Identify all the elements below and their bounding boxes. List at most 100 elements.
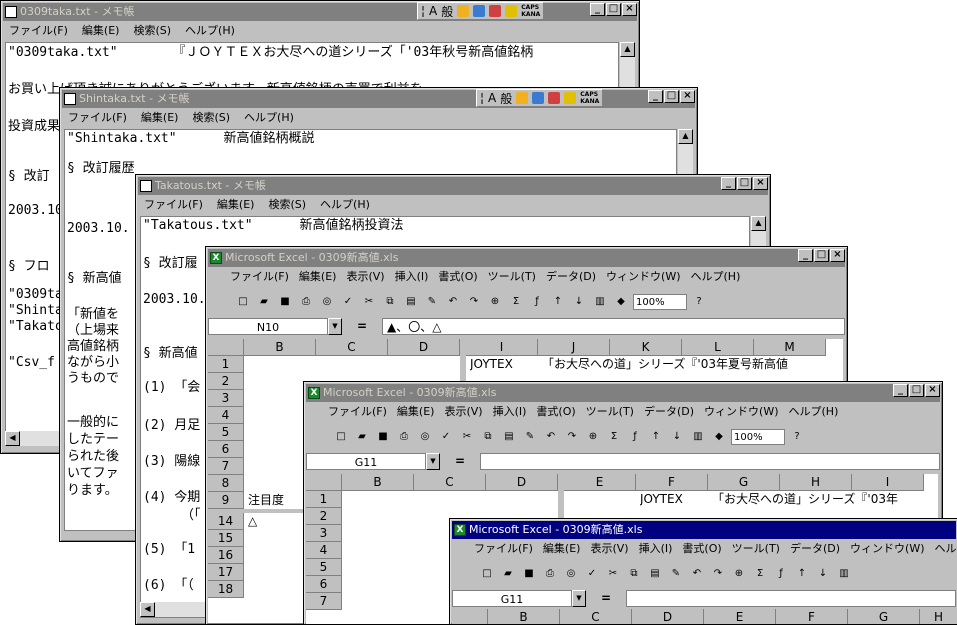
sort-ascending-icon[interactable]: ↑ [549,293,567,311]
sort-ascending-icon[interactable]: ↑ [793,565,811,583]
title-bar[interactable]: XMicrosoft Excel - 0309新高値.xls [306,384,940,402]
menu-format[interactable]: 書式(O) [682,540,721,558]
formula-input[interactable] [480,453,940,470]
row-header[interactable]: 18 [208,581,244,598]
menu-format[interactable]: 書式(O) [438,268,477,286]
menu-window[interactable]: ウィンドウ(W) [850,540,924,558]
menu-help[interactable]: ヘルプ(H) [320,196,370,214]
chart-wizard-icon[interactable]: ▥ [835,565,853,583]
menu-edit[interactable]: 編集(E) [299,268,337,286]
maximize-button[interactable]: □ [909,384,924,397]
formula-equals[interactable]: = [586,591,626,605]
spellcheck-icon[interactable]: ✓ [437,428,455,446]
open-folder-icon[interactable]: ▰ [255,293,273,311]
column-header[interactable]: C [316,339,388,356]
row-header[interactable]: 15 [208,530,244,547]
menu-data[interactable]: データ(D) [546,268,596,286]
row-header[interactable]: 1 [306,491,342,508]
scroll-up-button[interactable]: ▲ [678,129,693,144]
format-painter-icon[interactable]: ✎ [423,293,441,311]
row-header[interactable]: 8 [208,475,244,492]
column-header[interactable]: I [466,339,538,356]
new-file-icon[interactable]: □ [478,565,496,583]
open-folder-icon[interactable]: ▰ [353,428,371,446]
row-header[interactable]: 3 [208,390,244,407]
column-header[interactable]: J [538,339,610,356]
new-file-icon[interactable]: □ [332,428,350,446]
menu-edit[interactable]: 編集(E) [543,540,581,558]
close-button[interactable]: × [753,177,768,190]
ime-toolbar[interactable]: ¦ A 般 CAPSKANA [417,2,544,20]
menu-file[interactable]: ファイル(F) [328,403,387,421]
menu-view[interactable]: 表示(V) [346,268,384,286]
column-header[interactable]: K [610,339,682,356]
minimize-button[interactable]: _ [893,384,908,397]
menu-file[interactable]: ファイル(F) [9,22,68,40]
zoom-select[interactable]: 100% [633,294,687,310]
menu-file[interactable]: ファイル(F) [230,268,289,286]
autosum-icon[interactable]: Σ [507,293,525,311]
menu-help[interactable]: ヘルプ(H) [185,22,235,40]
menu-insert[interactable]: 挿入(I) [395,268,429,286]
cell-b14[interactable]: △ [248,513,257,530]
menu-window[interactable]: ウィンドウ(W) [704,403,778,421]
paste-icon[interactable]: ▤ [646,565,664,583]
column-header[interactable]: E [564,474,636,491]
menu-tools[interactable]: ツール(T) [488,268,536,286]
cell-f1[interactable]: JOYTEX [640,491,683,508]
maximize-button[interactable]: □ [814,249,829,262]
menu-view[interactable]: 表示(V) [444,403,482,421]
column-header[interactable]: L [682,339,754,356]
menu-tools[interactable]: ツール(T) [586,403,634,421]
redo-icon[interactable]: ↷ [563,428,581,446]
row-header[interactable]: 16 [208,547,244,564]
menu-search[interactable]: 検索(S) [192,109,230,127]
print-icon[interactable]: ⎙ [395,428,413,446]
ime-input-mode[interactable]: A [429,4,437,18]
cell-j1[interactable]: 「お大尽への道」シリーズ『'03年夏号新高値 [542,356,826,373]
select-all-corner[interactable] [306,474,342,491]
copy-icon[interactable]: ⧉ [381,293,399,311]
title-bar[interactable]: XMicrosoft Excel - 0309新高値.xls [208,249,845,267]
menu-edit[interactable]: 編集(E) [397,403,435,421]
redo-icon[interactable]: ↷ [709,565,727,583]
zoom-select[interactable]: 100% [731,429,785,445]
column-header[interactable]: B [244,339,316,356]
column-header[interactable]: H [920,609,957,624]
print-icon[interactable]: ⎙ [297,293,315,311]
undo-icon[interactable]: ↶ [542,428,560,446]
name-box[interactable]: G11 [452,590,572,607]
row-header[interactable]: 17 [208,564,244,581]
row-header[interactable]: 4 [208,407,244,424]
sort-ascending-icon[interactable]: ↑ [647,428,665,446]
menu-view[interactable]: 表示(V) [590,540,628,558]
menu-edit[interactable]: 編集(E) [82,22,120,40]
column-header[interactable]: D [486,474,558,491]
cut-icon[interactable]: ✂ [458,428,476,446]
menu-help[interactable]: ヘルプ(H) [691,268,741,286]
menu-search[interactable]: 検索(S) [268,196,306,214]
menu-edit[interactable]: 編集(E) [141,109,179,127]
formula-input[interactable] [626,590,956,607]
ime-kanji-mode[interactable]: 般 [441,3,453,20]
column-header[interactable]: I [852,474,924,491]
scroll-left-button[interactable]: ◀ [140,602,155,617]
ime-help-icon[interactable] [505,5,517,17]
column-header[interactable]: H [780,474,852,491]
title-bar[interactable]: Takatous.txt - メモ帳 [138,177,768,195]
menu-insert[interactable]: 挿入(I) [493,403,527,421]
paste-icon[interactable]: ▤ [500,428,518,446]
function-icon[interactable]: ƒ [528,293,546,311]
hyperlink-icon[interactable]: ⊕ [486,293,504,311]
row-header[interactable]: 6 [208,441,244,458]
column-header[interactable]: C [560,609,632,624]
menu-edit[interactable]: 編集(E) [217,196,255,214]
menu-format[interactable]: 書式(O) [536,403,575,421]
menu-file[interactable]: ファイル(F) [474,540,533,558]
name-box-dropdown[interactable]: ▼ [328,318,342,335]
help-icon[interactable]: ? [690,293,708,311]
function-icon[interactable]: ƒ [626,428,644,446]
menu-window[interactable]: ウィンドウ(W) [606,268,680,286]
formula-equals[interactable]: = [342,319,382,333]
redo-icon[interactable]: ↷ [465,293,483,311]
